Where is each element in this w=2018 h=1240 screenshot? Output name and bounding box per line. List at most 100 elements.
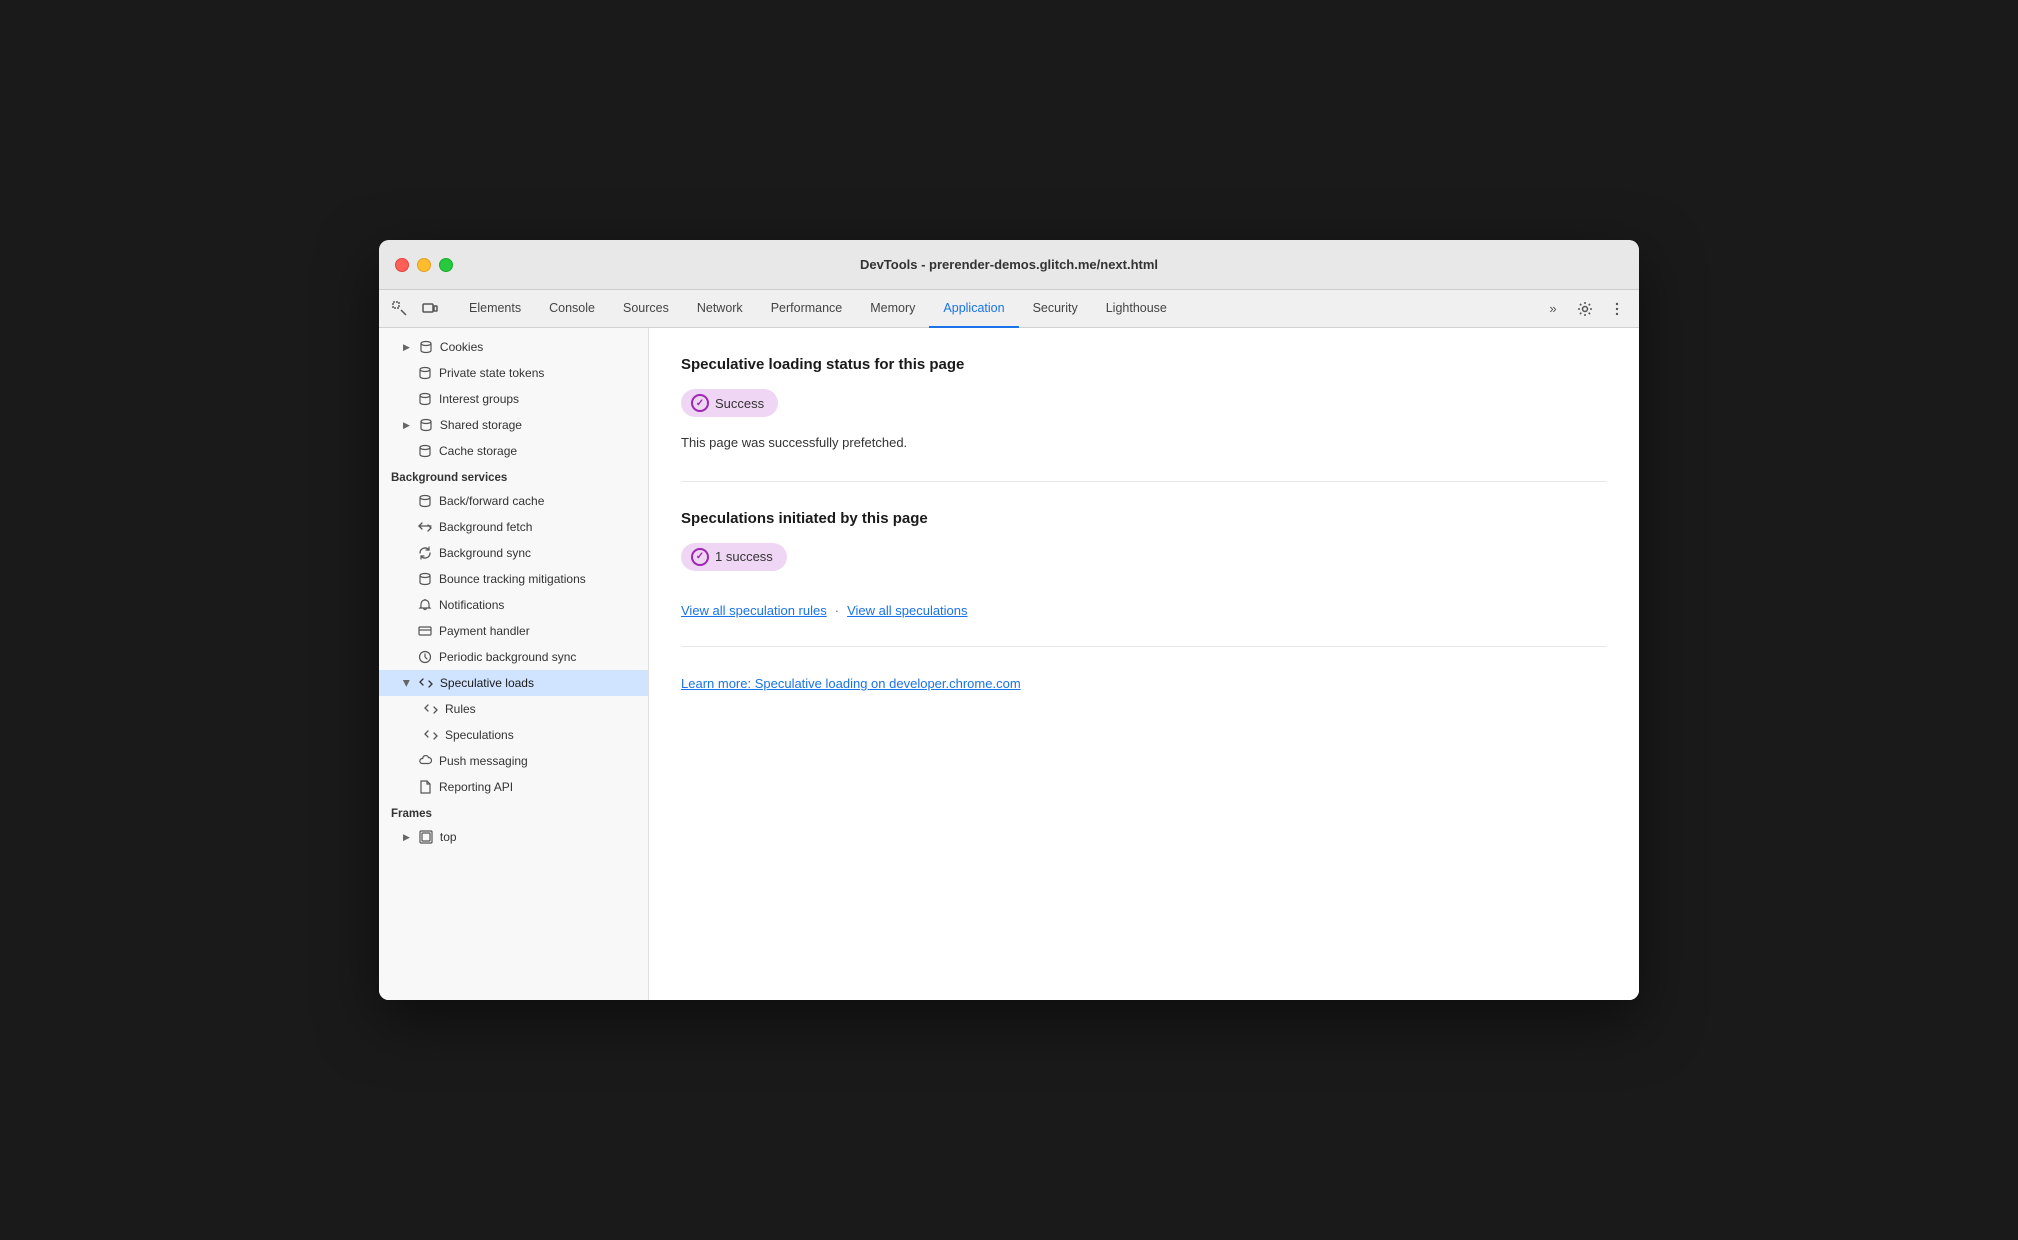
close-button[interactable] <box>395 258 409 272</box>
traffic-lights <box>395 258 453 272</box>
bell-icon <box>417 597 433 613</box>
more-tabs-icon[interactable]: » <box>1539 295 1567 323</box>
cylinder-icon-6 <box>417 493 433 509</box>
tab-bar-icons <box>387 296 443 322</box>
tab-performance[interactable]: Performance <box>757 290 857 328</box>
card-icon <box>417 623 433 639</box>
more-options-icon[interactable] <box>1603 295 1631 323</box>
sidebar-item-background-sync[interactable]: Background sync <box>379 540 648 566</box>
sidebar-item-notifications[interactable]: Notifications <box>379 592 648 618</box>
sidebar: ▶ Cookies Private state tokens <box>379 328 649 1000</box>
sync-icon <box>417 545 433 561</box>
sidebar-item-reporting-api[interactable]: Reporting API <box>379 774 648 800</box>
speculation-count-label: 1 success <box>715 549 773 564</box>
cylinder-icon-3 <box>417 391 433 407</box>
tab-bar-right: » <box>1539 295 1631 323</box>
success-status-badge: ✓ Success <box>681 389 778 417</box>
sidebar-item-payment-handler[interactable]: Payment handler <box>379 618 648 644</box>
sidebar-item-private-state-tokens[interactable]: Private state tokens <box>379 360 648 386</box>
tab-console[interactable]: Console <box>535 290 609 328</box>
devtools-window: DevTools - prerender-demos.glitch.me/nex… <box>379 240 1639 1000</box>
view-all-speculations-link[interactable]: View all speculations <box>847 603 967 618</box>
speculative-loading-status-title: Speculative loading status for this page <box>681 356 1607 373</box>
sidebar-item-background-fetch[interactable]: Background fetch <box>379 514 648 540</box>
badge-check-icon: ✓ <box>691 394 709 412</box>
sidebar-label-rules: Rules <box>445 702 476 716</box>
sidebar-label-cookies: Cookies <box>440 340 483 354</box>
learn-more-section: Learn more: Speculative loading on devel… <box>681 675 1607 721</box>
maximize-button[interactable] <box>439 258 453 272</box>
cylinder-icon-5 <box>417 443 433 459</box>
doc-icon <box>417 779 433 795</box>
sidebar-item-back-forward-cache[interactable]: Back/forward cache <box>379 488 648 514</box>
sidebar-header-background-services: Background services <box>379 464 648 488</box>
sidebar-label-periodic-background-sync: Periodic background sync <box>439 650 576 664</box>
sidebar-label-interest-groups: Interest groups <box>439 392 519 406</box>
success-badge-label: Success <box>715 396 764 411</box>
sidebar-label-speculative-loads: Speculative loads <box>440 676 534 690</box>
arrows-icon <box>417 519 433 535</box>
sidebar-item-top-frame[interactable]: ▶ top <box>379 824 648 850</box>
sidebar-item-push-messaging[interactable]: Push messaging <box>379 748 648 774</box>
main-content: ▶ Cookies Private state tokens <box>379 328 1639 1000</box>
right-panel: Speculative loading status for this page… <box>649 328 1639 1000</box>
speculations-initiated-title: Speculations initiated by this page <box>681 510 1607 527</box>
sidebar-label-background-sync: Background sync <box>439 546 531 560</box>
badge-check-icon-2: ✓ <box>691 548 709 566</box>
sidebar-label-bounce-tracking: Bounce tracking mitigations <box>439 572 586 586</box>
sidebar-label-background-fetch: Background fetch <box>439 520 532 534</box>
sidebar-item-cache-storage[interactable]: Cache storage <box>379 438 648 464</box>
sidebar-item-shared-storage[interactable]: ▶ Shared storage <box>379 412 648 438</box>
sidebar-header-frames: Frames <box>379 800 648 824</box>
sidebar-label-shared-storage: Shared storage <box>440 418 522 432</box>
sidebar-item-speculations[interactable]: Speculations <box>379 722 648 748</box>
sidebar-label-notifications: Notifications <box>439 598 504 612</box>
title-bar: DevTools - prerender-demos.glitch.me/nex… <box>379 240 1639 290</box>
sidebar-label-payment-handler: Payment handler <box>439 624 530 638</box>
cylinder-icon <box>418 339 434 355</box>
speculative-loads-icon <box>418 675 434 691</box>
link-separator: · <box>835 603 839 618</box>
view-all-speculation-rules-link[interactable]: View all speculation rules <box>681 603 827 618</box>
speculative-loading-status-section: Speculative loading status for this page… <box>681 356 1607 482</box>
sidebar-item-speculative-loads[interactable]: ▶ Speculative loads <box>379 670 648 696</box>
speculations-initiated-section: Speculations initiated by this page ✓ 1 … <box>681 510 1607 647</box>
clock-icon <box>417 649 433 665</box>
sidebar-item-periodic-background-sync[interactable]: Periodic background sync <box>379 644 648 670</box>
sidebar-item-interest-groups[interactable]: Interest groups <box>379 386 648 412</box>
cylinder-icon-2 <box>417 365 433 381</box>
window-title: DevTools - prerender-demos.glitch.me/nex… <box>860 257 1158 272</box>
tab-sources[interactable]: Sources <box>609 290 683 328</box>
speculation-links-row: View all speculation rules · View all sp… <box>681 603 1607 618</box>
tab-security[interactable]: Security <box>1019 290 1092 328</box>
cloud-icon <box>417 753 433 769</box>
cylinder-icon-7 <box>417 571 433 587</box>
inspect-element-icon[interactable] <box>387 296 413 322</box>
tab-network[interactable]: Network <box>683 290 757 328</box>
tab-application[interactable]: Application <box>929 290 1018 328</box>
speculations-icon <box>423 727 439 743</box>
frame-icon <box>418 829 434 845</box>
expand-arrow-shared-storage: ▶ <box>403 420 410 431</box>
speculation-count-badge: ✓ 1 success <box>681 543 787 571</box>
device-toolbar-icon[interactable] <box>417 296 443 322</box>
sidebar-label-cache-storage: Cache storage <box>439 444 517 458</box>
sidebar-item-cookies[interactable]: ▶ Cookies <box>379 334 648 360</box>
expand-arrow-cookies: ▶ <box>403 342 410 353</box>
sidebar-item-bounce-tracking[interactable]: Bounce tracking mitigations <box>379 566 648 592</box>
sidebar-label-reporting-api: Reporting API <box>439 780 513 794</box>
settings-icon[interactable] <box>1571 295 1599 323</box>
tab-memory[interactable]: Memory <box>856 290 929 328</box>
tab-elements[interactable]: Elements <box>455 290 535 328</box>
rules-icon <box>423 701 439 717</box>
sidebar-item-rules[interactable]: Rules <box>379 696 648 722</box>
tab-lighthouse[interactable]: Lighthouse <box>1092 290 1181 328</box>
speculative-loading-desc: This page was successfully prefetched. <box>681 433 1607 453</box>
sidebar-label-push-messaging: Push messaging <box>439 754 528 768</box>
minimize-button[interactable] <box>417 258 431 272</box>
learn-more-link[interactable]: Learn more: Speculative loading on devel… <box>681 676 1021 691</box>
sidebar-label-private-state-tokens: Private state tokens <box>439 366 544 380</box>
expand-arrow-top: ▶ <box>403 832 410 843</box>
tab-bar: Elements Console Sources Network Perform… <box>379 290 1639 328</box>
cylinder-icon-4 <box>418 417 434 433</box>
